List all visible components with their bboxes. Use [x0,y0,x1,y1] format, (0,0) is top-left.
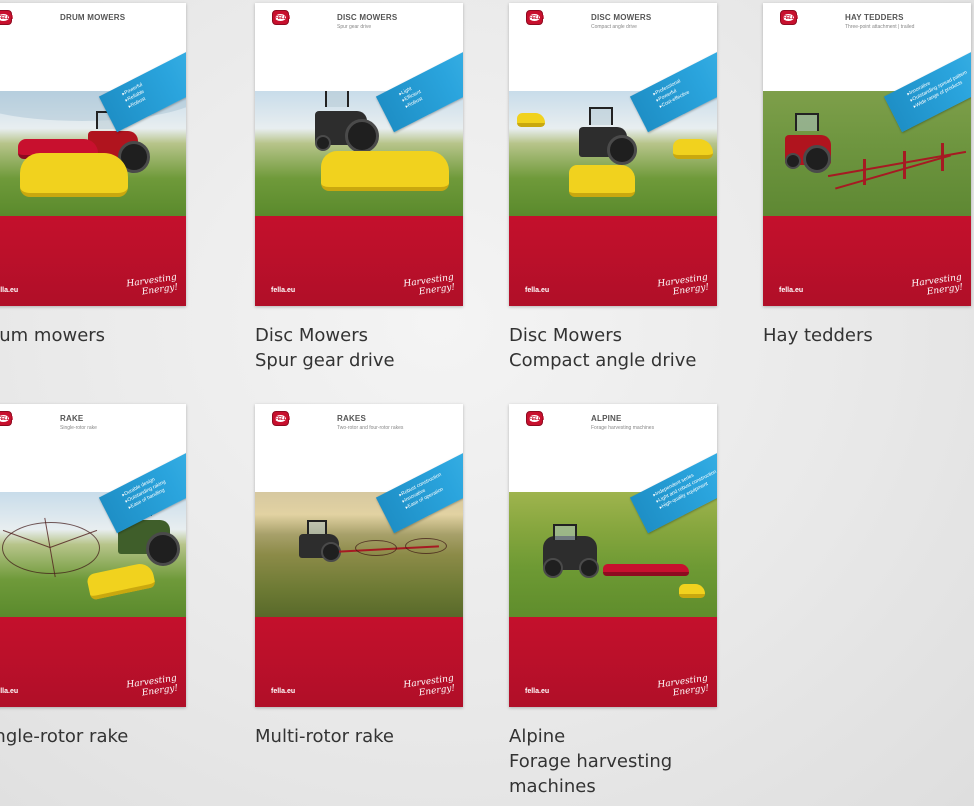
fella-logo: FELLA [272,10,290,25]
brochure-cover[interactable]: FELLA RAKES Two-rotor and four-rotor rak… [255,404,463,707]
cover-slogan: Harvesting Energy! [403,272,457,298]
cover-slogan: Harvesting Energy! [126,673,180,699]
cover-subtitle: Spur gear drive [337,24,372,30]
cover-domain: fella.eu [271,688,296,695]
brochure-card-multi-rotor-rake[interactable]: FELLA RAKES Two-rotor and four-rotor rak… [255,404,463,749]
cover-title: ALPINE [591,414,622,423]
cover-subtitle: Compact angle drive [591,24,637,30]
cover-slogan: Harvesting Energy! [126,272,180,298]
card-caption[interactable]: Disc Mowers Compact angle drive [509,323,717,373]
cover-domain: fella.eu [525,287,550,294]
brochure-card-single-rotor-rake[interactable]: FELLA RAKE Single-rotor rake Durable des… [0,404,186,749]
card-caption[interactable]: Disc Mowers Spur gear drive [255,323,463,373]
brochure-card-hay-tedders[interactable]: FELLA HAY TEDDERS Three-point attachment… [763,3,971,348]
fella-logo: FELLA [526,10,544,25]
card-caption[interactable]: Alpine Forage harvesting machines [509,724,717,799]
cover-domain: fella.eu [525,688,550,695]
fella-logo: FELLA [526,411,544,426]
brochure-cover[interactable]: FELLA ALPINE Forage harvesting machines … [509,404,717,707]
cover-title: RAKES [337,414,367,423]
brochure-cover[interactable]: FELLA HAY TEDDERS Three-point attachment… [763,3,971,306]
brochure-card-disc-mowers-spur-gear[interactable]: FELLA DISC MOWERS Spur gear drive Light … [255,3,463,373]
card-caption[interactable]: Multi-rotor rake [255,724,463,749]
brochure-cover[interactable]: FELLA RAKE Single-rotor rake Durable des… [0,404,186,707]
brochure-card-drum-mowers[interactable]: FELLA DRUM MOWERS Powerful Reliable Robu… [0,3,186,348]
cover-slogan: Harvesting Energy! [403,673,457,699]
cover-red-band: fella.eu Harvesting Energy! [255,617,463,707]
cover-title: RAKE [60,414,84,423]
card-caption[interactable]: Single-rotor rake [0,724,186,749]
cover-slogan: Harvesting Energy! [911,272,965,298]
cover-red-band: fella.eu Harvesting Energy! [763,216,971,306]
cover-domain: fella.eu [271,287,296,294]
cover-title: DISC MOWERS [591,13,652,22]
cover-subtitle: Forage harvesting machines [591,425,655,431]
brochure-cover[interactable]: FELLA DRUM MOWERS Powerful Reliable Robu… [0,3,186,306]
fella-logo: FELLA [272,411,290,426]
brochure-cover[interactable]: FELLA DISC MOWERS Spur gear drive Light … [255,3,463,306]
fella-logo: FELLA [0,10,13,25]
fella-logo: FELLA [780,10,798,25]
brochure-card-alpine[interactable]: FELLA ALPINE Forage harvesting machines … [509,404,717,799]
cover-red-band: fella.eu Harvesting Energy! [509,216,717,306]
cover-subtitle: Two-rotor and four-rotor rakes [337,425,404,431]
cover-red-band: fella.eu Harvesting Energy! [0,216,186,306]
cover-title: HAY TEDDERS [845,13,904,22]
fella-logo: FELLA [0,411,13,426]
cover-title: DISC MOWERS [337,13,398,22]
cover-title: DRUM MOWERS [60,13,126,22]
card-caption[interactable]: Hay tedders [763,323,971,348]
cover-red-band: fella.eu Harvesting Energy! [509,617,717,707]
brochure-cover[interactable]: FELLA DISC MOWERS Compact angle drive Pr… [509,3,717,306]
cover-slogan: Harvesting Energy! [657,272,711,298]
cover-red-band: fella.eu Harvesting Energy! [0,617,186,707]
cover-slogan: Harvesting Energy! [657,673,711,699]
cover-domain: fella.eu [779,287,804,294]
card-caption[interactable]: Drum mowers [0,323,186,348]
cover-subtitle: Single-rotor rake [60,425,97,431]
cover-subtitle: Three-point attachment | trailed [845,24,915,30]
cover-red-band: fella.eu Harvesting Energy! [255,216,463,306]
cover-domain: fella.eu [0,688,19,695]
brochure-card-disc-mowers-compact-angle[interactable]: FELLA DISC MOWERS Compact angle drive Pr… [509,3,717,373]
cover-domain: fella.eu [0,287,19,294]
